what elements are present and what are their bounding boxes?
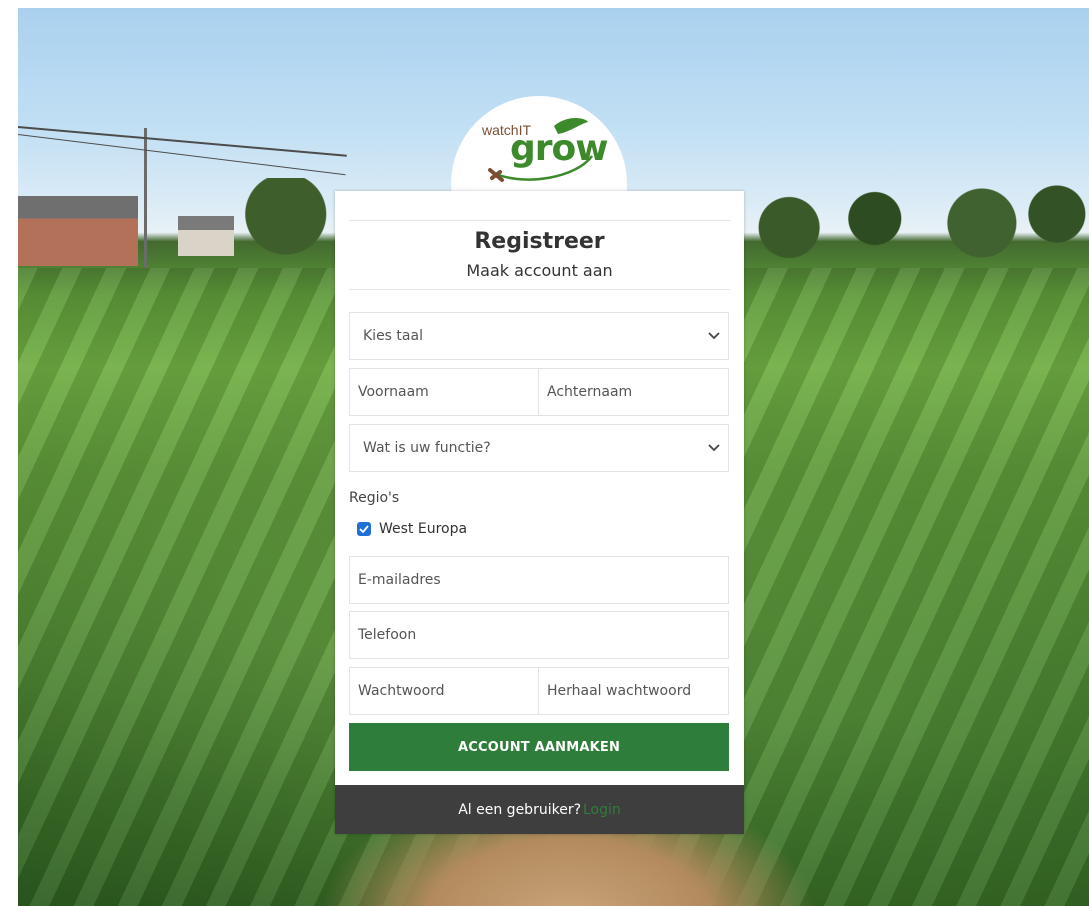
page-subtitle: Maak account aan <box>466 261 613 280</box>
email-field[interactable]: E-mailadres <box>349 556 729 604</box>
phone-placeholder: Telefoon <box>358 627 417 643</box>
power-line <box>18 126 347 157</box>
footer-prompt: Al een gebruiker? <box>458 801 581 818</box>
chevron-down-icon <box>708 328 720 344</box>
divider <box>349 220 730 221</box>
watchitgrow-logo: watchIT grow <box>476 114 609 194</box>
language-select-value: Kies taal <box>363 328 423 344</box>
region-label: West Europa <box>379 521 468 537</box>
region-option-west-europa[interactable]: West Europa <box>357 521 467 537</box>
first-name-placeholder: Voornaam <box>358 384 429 400</box>
last-name-field[interactable]: Achternaam <box>538 368 729 416</box>
login-footer: Al een gebruiker? Login <box>335 785 744 834</box>
login-link[interactable]: Login <box>583 802 621 818</box>
logo-text-grow: grow <box>510 128 609 169</box>
phone-field[interactable]: Telefoon <box>349 611 729 659</box>
regions-label: Regio's <box>349 490 400 506</box>
farmhouse-small <box>178 216 234 256</box>
last-name-placeholder: Achternaam <box>547 384 633 400</box>
password-placeholder: Wachtwoord <box>358 683 445 699</box>
first-name-field[interactable]: Voornaam <box>349 368 539 416</box>
checkmark-icon[interactable] <box>357 522 371 536</box>
function-select-value: Wat is uw functie? <box>363 440 491 456</box>
email-placeholder: E-mailadres <box>358 572 441 588</box>
chevron-down-icon <box>708 440 720 456</box>
password-field[interactable]: Wachtwoord <box>349 667 539 715</box>
password-repeat-placeholder: Herhaal wachtwoord <box>547 683 692 699</box>
function-select[interactable]: Wat is uw functie? <box>349 424 729 472</box>
farmhouse <box>18 196 138 266</box>
password-repeat-field[interactable]: Herhaal wachtwoord <box>538 667 729 715</box>
divider <box>349 289 730 290</box>
language-select[interactable]: Kies taal <box>349 312 729 360</box>
register-card: Registreer Maak account aan Kies taal Vo… <box>335 191 744 834</box>
create-account-button[interactable]: ACCOUNT AANMAKEN <box>349 723 729 771</box>
page-title: Registreer <box>474 229 605 254</box>
